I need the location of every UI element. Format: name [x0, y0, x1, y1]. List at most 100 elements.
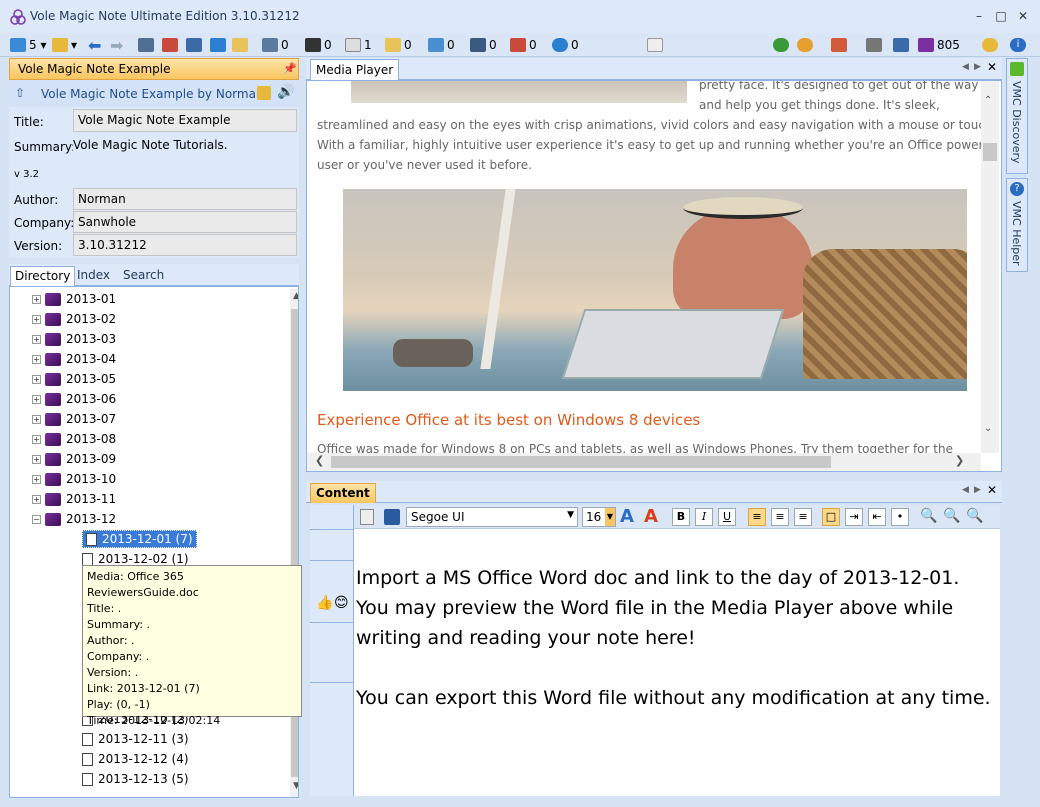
- edit-note-icon[interactable]: [257, 86, 271, 100]
- youtube-count[interactable]: 0: [510, 36, 537, 54]
- tree-item-month[interactable]: +2013-06: [32, 390, 116, 408]
- globe-button[interactable]: [773, 36, 792, 54]
- tool-button-4[interactable]: [210, 36, 229, 54]
- tab-content[interactable]: Content: [310, 483, 376, 503]
- gallery-count[interactable]: 0: [428, 36, 455, 54]
- calendar-button[interactable]: [893, 36, 912, 54]
- expand-toggle-icon[interactable]: +: [32, 414, 41, 424]
- tree-item-month[interactable]: +2013-09: [32, 450, 116, 468]
- tab-search[interactable]: Search: [119, 266, 168, 286]
- palette-button[interactable]: [797, 36, 816, 54]
- save-icon[interactable]: [384, 509, 400, 525]
- tree-item[interactable]: 2013-12-13 (5): [82, 770, 189, 788]
- media-player-view[interactable]: pretty face. It's designed to get out of…: [306, 80, 1002, 472]
- minimize-icon[interactable]: –: [970, 8, 988, 24]
- title-field[interactable]: Vole Magic Note Example: [73, 109, 297, 132]
- version-field[interactable]: 3.10.31212: [73, 234, 297, 256]
- expand-toggle-icon[interactable]: +: [32, 434, 41, 444]
- total-count[interactable]: 805: [918, 36, 960, 54]
- align-left-button[interactable]: ≡: [748, 508, 766, 526]
- expand-toggle-icon[interactable]: +: [32, 354, 41, 364]
- tree-item-month[interactable]: +2013-11: [32, 490, 116, 508]
- expand-toggle-icon[interactable]: +: [32, 374, 41, 384]
- scroll-down-icon[interactable]: ⌄: [984, 423, 992, 434]
- media-player-hscroll[interactable]: ❮ ❯: [307, 453, 981, 471]
- tools-button[interactable]: [831, 36, 850, 54]
- folder-count[interactable]: 0: [385, 36, 412, 54]
- highlight-color-icon[interactable]: A: [644, 506, 658, 527]
- scroll-left-icon[interactable]: ❮: [315, 454, 324, 467]
- library-button[interactable]: [866, 36, 885, 54]
- collapse-icon[interactable]: ⇧: [15, 86, 25, 100]
- expand-toggle-icon[interactable]: +: [32, 334, 41, 344]
- scroll-up-icon[interactable]: ⌃: [984, 95, 992, 106]
- bullet-list-button[interactable]: •: [891, 508, 909, 526]
- scroll-down-icon[interactable]: ▼: [293, 781, 298, 791]
- underline-button[interactable]: U: [718, 508, 736, 526]
- media-player-vscroll[interactable]: ⌃ ⌄: [981, 81, 999, 453]
- chart-button[interactable]: 5 ▾: [10, 36, 46, 54]
- scroll-up-icon[interactable]: ▲: [293, 291, 298, 301]
- tool-button-2[interactable]: [162, 36, 181, 54]
- doc-count[interactable]: 1: [345, 36, 372, 54]
- outdent-button[interactable]: ⇤: [868, 508, 886, 526]
- expand-toggle-icon[interactable]: +: [32, 454, 41, 464]
- author-field[interactable]: Norman: [73, 188, 297, 210]
- info-button[interactable]: i: [1010, 36, 1029, 54]
- expand-toggle-icon[interactable]: +: [32, 294, 41, 304]
- company-field[interactable]: Sanwhole: [73, 211, 297, 233]
- book-view-icon[interactable]: [360, 509, 374, 525]
- expand-toggle-icon[interactable]: +: [32, 314, 41, 324]
- maximize-icon[interactable]: □: [992, 8, 1010, 24]
- tool-button-5[interactable]: [232, 36, 251, 54]
- close-icon[interactable]: ✕: [1014, 8, 1032, 24]
- bold-button[interactable]: B: [672, 508, 690, 526]
- tool-button-1[interactable]: [138, 36, 157, 54]
- tree-item-month[interactable]: +2013-04: [32, 350, 116, 368]
- font-size-select[interactable]: 16 ▼: [582, 507, 616, 527]
- forward-button[interactable]: ➡: [110, 36, 123, 55]
- expand-toggle-icon[interactable]: −: [32, 514, 41, 524]
- align-right-button[interactable]: ≡: [794, 508, 812, 526]
- tree-item-month[interactable]: +2013-02: [32, 310, 116, 328]
- zoom-icon[interactable]: 🔍: [920, 508, 937, 524]
- tool-button-3[interactable]: [186, 36, 205, 54]
- tab-media-player[interactable]: Media Player: [310, 59, 400, 80]
- vmc-helper-strip[interactable]: ? VMC Helper: [1006, 178, 1028, 272]
- tab-directory[interactable]: Directory: [10, 266, 76, 286]
- tree-item-month[interactable]: +2013-05: [32, 370, 116, 388]
- note-style-button[interactable]: ▾: [52, 36, 77, 54]
- smiley-icon[interactable]: 😊: [334, 595, 349, 611]
- content-text[interactable]: Import a MS Office Word doc and link to …: [356, 563, 996, 713]
- page-view-button[interactable]: □: [822, 508, 840, 526]
- thumbs-up-icon[interactable]: 👍: [316, 595, 333, 611]
- tab-prev-icon[interactable]: ◀: [962, 62, 969, 72]
- web-count[interactable]: 0: [552, 36, 579, 54]
- summary-field[interactable]: Vole Magic Note Tutorials.: [73, 135, 297, 185]
- vmc-discovery-strip[interactable]: VMC Discovery: [1006, 58, 1028, 174]
- expand-toggle-icon[interactable]: +: [32, 494, 41, 504]
- align-center-button[interactable]: ≡: [771, 508, 789, 526]
- tree-item-month[interactable]: +2013-08: [32, 430, 116, 448]
- media-count[interactable]: 0: [470, 36, 497, 54]
- zoom-out-icon[interactable]: 🔍: [966, 508, 983, 524]
- close-panel-icon[interactable]: ✕: [987, 483, 997, 497]
- tree-item[interactable]: 2013-12-12 (4): [82, 750, 189, 768]
- pin-icon[interactable]: 📌: [283, 62, 297, 75]
- zoom-in-icon[interactable]: 🔍: [943, 508, 960, 524]
- close-panel-icon[interactable]: ✕: [987, 60, 997, 74]
- expand-toggle-icon[interactable]: +: [32, 474, 41, 484]
- tab-next-icon[interactable]: ▶: [974, 485, 981, 495]
- tree-item-month[interactable]: +2013-01: [32, 290, 116, 308]
- tree-item-selected[interactable]: 2013-12-01 (7): [82, 530, 197, 548]
- font-color-icon[interactable]: A: [620, 506, 634, 527]
- mp-hscroll-thumb[interactable]: [331, 456, 831, 468]
- tab-next-icon[interactable]: ▶: [974, 62, 981, 72]
- tree-item-month[interactable]: +2013-03: [32, 330, 116, 348]
- expand-toggle-icon[interactable]: +: [32, 394, 41, 404]
- tree-item-month[interactable]: +2013-07: [32, 410, 116, 428]
- speaker-icon[interactable]: 🔊: [277, 84, 294, 100]
- mp-vscroll-thumb[interactable]: [983, 143, 997, 161]
- font-family-select[interactable]: Segoe UI ▼: [406, 507, 578, 527]
- scroll-right-icon[interactable]: ❯: [955, 454, 964, 467]
